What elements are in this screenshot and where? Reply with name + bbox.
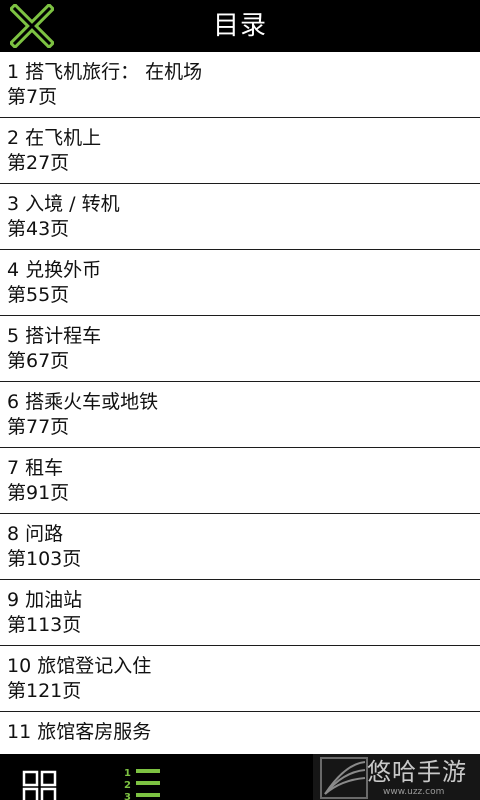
toc-item-page: 第27页 xyxy=(7,152,70,174)
grid-view-icon xyxy=(22,770,57,800)
toc-item-title: 5 搭计程车 xyxy=(7,325,102,347)
toc-item[interactable]: 8 问路第103页 xyxy=(0,514,480,580)
toc-item[interactable]: 1 搭飞机旅行： 在机场 第7页 xyxy=(0,52,480,118)
page-title: 目录 xyxy=(212,11,267,41)
toc-item[interactable]: 2 在飞机上 第27页 xyxy=(0,118,480,184)
toc-item-title: 7 租车 xyxy=(7,457,64,479)
toc-item[interactable]: 11 旅馆客房服务 xyxy=(0,712,480,754)
toc-item[interactable]: 7 租车第91页 xyxy=(0,448,480,514)
header-bar: 目录 xyxy=(0,0,480,52)
toc-item-page: 第103页 xyxy=(7,548,82,570)
toc-item[interactable]: 10 旅馆登记入住 第121页 xyxy=(0,646,480,712)
grid-view-button[interactable] xyxy=(22,770,58,800)
toc-item-title: 11 旅馆客房服务 xyxy=(7,721,152,743)
toc-item-page: 第113页 xyxy=(7,614,82,636)
toc-item[interactable]: 6 搭乘火车或地铁 第77页 xyxy=(0,382,480,448)
watermark-logo-icon xyxy=(320,757,368,799)
toc-item-title: 6 搭乘火车或地铁 xyxy=(7,391,159,413)
toc-item-page: 第91页 xyxy=(7,482,70,504)
toc-item-title: 3 入境 / 转机 xyxy=(7,193,120,215)
toc-item[interactable]: 5 搭计程车 第67页 xyxy=(0,316,480,382)
toc-item-page: 第43页 xyxy=(7,218,70,240)
toc-item-title: 4 兑换外币 xyxy=(7,259,102,281)
list-number-1: 1 xyxy=(124,768,131,779)
toc-item[interactable]: 9 加油站第113页 xyxy=(0,580,480,646)
toc-item-page: 第55页 xyxy=(7,284,70,306)
bottom-bar: 1 2 3 悠哈手游 www.uzz.com xyxy=(0,754,480,800)
toc-item[interactable]: 3 入境 / 转机 第43页 xyxy=(0,184,480,250)
toc-item-title: 8 问路 xyxy=(7,523,64,545)
list-number-3: 3 xyxy=(124,792,131,800)
toc-list[interactable]: 1 搭飞机旅行： 在机场 第7页 2 在飞机上 第27页 3 入境 / 转机 第43页 4 … xyxy=(0,52,480,754)
watermark-subtext: www.uzz.com xyxy=(383,787,445,797)
toc-item-title: 9 加油站 xyxy=(7,589,83,611)
toc-item-page: 第77页 xyxy=(7,416,70,438)
toc-item-title: 1 搭飞机旅行： 在机场 xyxy=(7,61,203,83)
list-number-2: 2 xyxy=(124,780,131,791)
app-screen: 目录 1 搭飞机旅行： 在机场 第7页 2 在飞机上 第27页 3 入境 / 转机 第43… xyxy=(0,0,480,800)
numbered-list-icon: 1 2 3 xyxy=(124,768,160,800)
watermark-text: 悠哈手游 xyxy=(367,758,467,786)
toc-item-page: 第7页 xyxy=(7,86,58,108)
toc-item-title: 2 在飞机上 xyxy=(7,127,102,149)
toc-item-title: 10 旅馆登记入住 xyxy=(7,655,152,677)
toc-item-page: 第67页 xyxy=(7,350,70,372)
toc-item[interactable]: 4 兑换外币 第55页 xyxy=(0,250,480,316)
toc-item-page: 第121页 xyxy=(7,680,82,702)
watermark-badge: 悠哈手游 www.uzz.com xyxy=(313,754,480,800)
list-view-button[interactable]: 1 2 3 xyxy=(118,766,168,800)
